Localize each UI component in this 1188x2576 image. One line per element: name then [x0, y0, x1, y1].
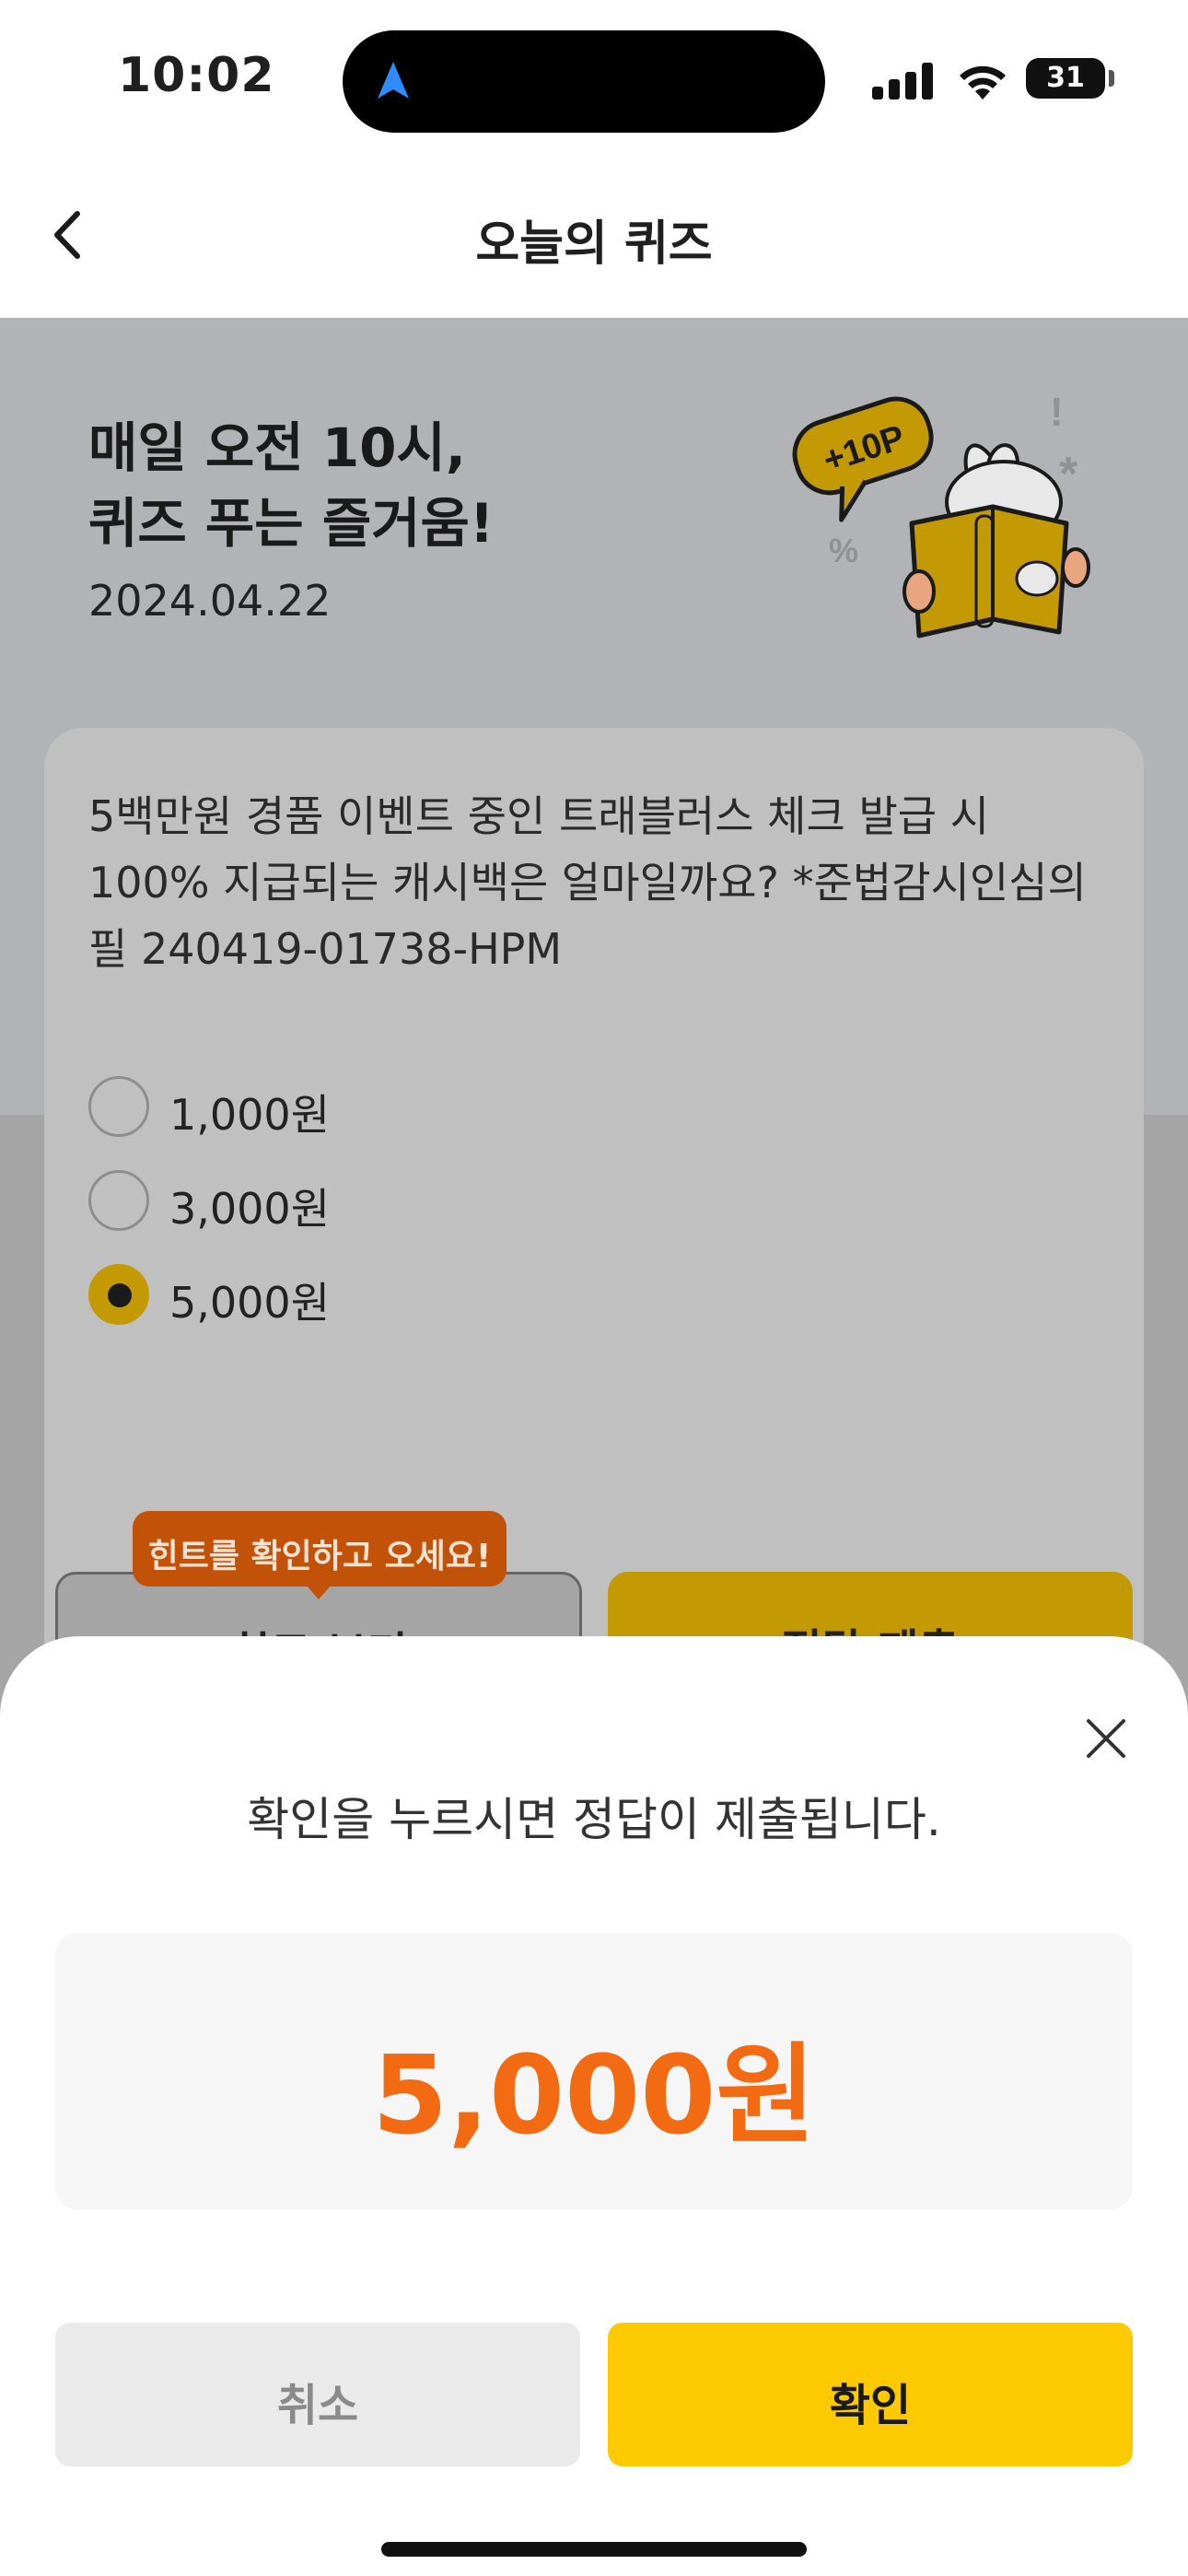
location-arrow-icon — [378, 62, 409, 99]
wifi-icon — [960, 65, 1006, 100]
svg-text:%: % — [829, 532, 858, 569]
hint-tooltip-tail — [306, 1585, 332, 1599]
dynamic-island — [343, 30, 825, 133]
home-indicator[interactable] — [381, 2542, 807, 2557]
header: 오늘의 퀴즈 — [0, 157, 1188, 318]
hero-title: 매일 오전 10시, 퀴즈 푸는 즐거움! — [88, 416, 495, 555]
svg-text:!: ! — [1050, 390, 1064, 435]
radio-button[interactable] — [88, 1076, 149, 1137]
rabbit-reading-book-illustration: +10P ! * % — [792, 390, 1090, 638]
battery-tip — [1109, 70, 1114, 87]
cancel-button-label: 취소 — [276, 2380, 359, 2431]
cancel-button[interactable]: 취소 — [55, 2323, 580, 2466]
hint-tooltip: 힌트를 확인하고 오세요! — [133, 1511, 507, 1587]
page-title: 오늘의 퀴즈 — [475, 217, 713, 272]
hint-tooltip-text: 힌트를 확인하고 오세요! — [147, 1538, 492, 1575]
option-label: 1,000원 — [169, 1090, 331, 1140]
cellular-signal-icon — [872, 63, 933, 100]
option-label: 5,000원 — [169, 1278, 331, 1328]
status-time: 10:02 — [118, 48, 275, 103]
battery-icon: 31 — [1026, 58, 1105, 99]
option-label: 3,000원 — [169, 1184, 331, 1234]
confirm-button-label: 확인 — [829, 2380, 912, 2431]
quiz-question: 5백만원 경품 이벤트 중인 트래블러스 체크 발급 시 100% 지급되는 캐… — [88, 791, 1087, 974]
radio-button-selected[interactable] — [88, 1264, 149, 1325]
selected-answer-box: 5,000원 — [55, 1933, 1133, 2209]
status-bar: 10:02 31 — [0, 0, 1188, 157]
close-icon[interactable] — [1074, 1706, 1138, 1771]
quiz-date: 2024.04.22 — [88, 576, 332, 626]
battery-level: 31 — [1046, 62, 1085, 94]
selected-answer-value: 5,000원 — [372, 2032, 816, 2159]
sheet-message: 확인을 누르시면 정답이 제출됩니다. — [247, 1793, 941, 1846]
svg-text:*: * — [1059, 448, 1078, 501]
confirm-button[interactable]: 확인 — [608, 2323, 1133, 2466]
radio-button[interactable] — [88, 1170, 149, 1231]
